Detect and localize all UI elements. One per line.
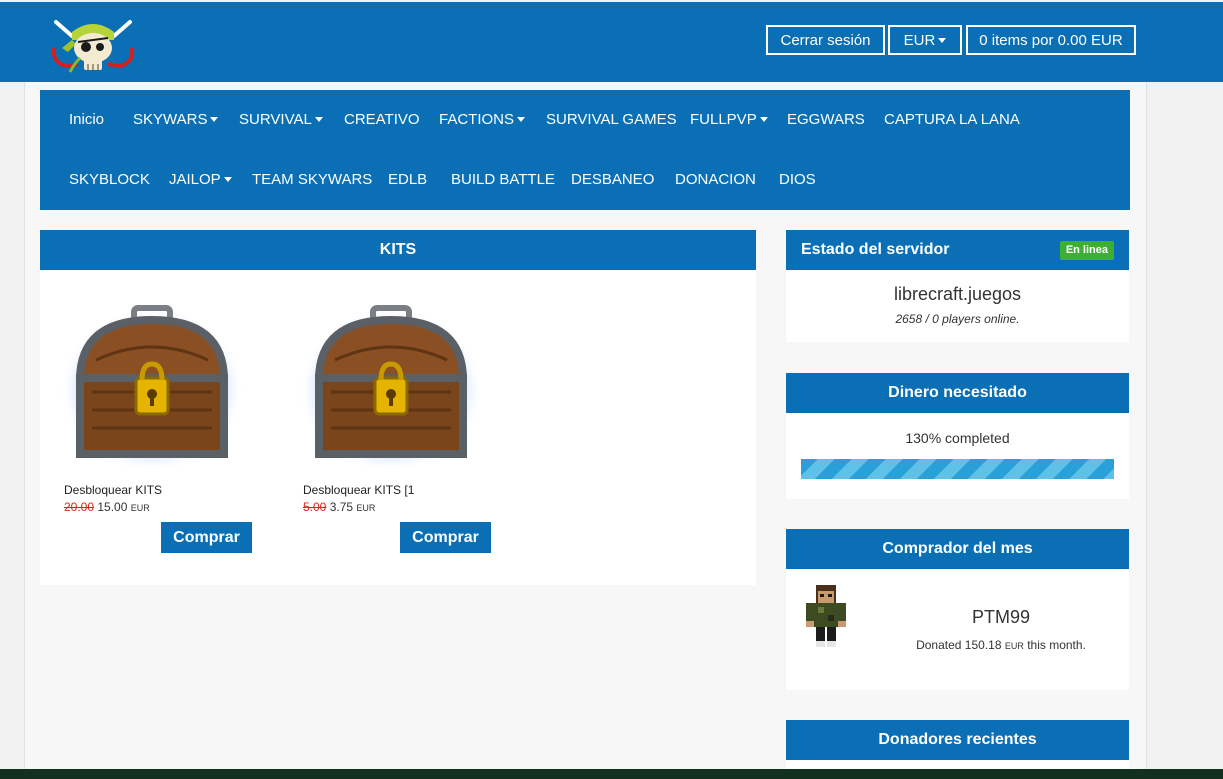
kits-panel: KITS Desbloquear KITS 20.00 15.00 EUR Co… <box>40 230 756 585</box>
nav-item-donacion[interactable]: DONACION <box>675 150 756 210</box>
nav-label: TEAM SKYWARS <box>252 171 373 188</box>
nav-label: SURVIVAL <box>239 111 312 128</box>
nav-label: CREATIVO <box>344 111 420 128</box>
nav-item-build-battle[interactable]: BUILD BATTLE <box>451 150 555 210</box>
caret-down-icon <box>223 176 232 182</box>
nav-item-jailop[interactable]: JAILOP <box>169 150 232 210</box>
current-price: 3.75 <box>329 500 354 514</box>
product-name[interactable]: Desbloquear KITS [1 <box>303 483 414 497</box>
product-price: 20.00 15.00 EUR <box>64 500 150 514</box>
header-bar: Cerrar sesión EUR 0 items por 0.00 EUR <box>0 2 1223 82</box>
recent-donors-panel: Donadores recientes <box>786 720 1129 769</box>
nav-item-inicio[interactable]: Inicio <box>69 90 104 150</box>
logout-button[interactable]: Cerrar sesión <box>766 25 885 55</box>
caret-down-icon <box>517 116 526 122</box>
nav-item-desbaneo[interactable]: DESBANEO <box>571 150 654 210</box>
old-price: 5.00 <box>303 500 327 514</box>
cart-label: 0 items por 0.00 EUR <box>979 32 1123 49</box>
nav-label: CAPTURA LA LANA <box>884 111 1020 128</box>
current-price: 15.00 <box>97 500 128 514</box>
server-address: librecraft.juegos <box>893 284 1022 304</box>
nav-label: EDLB <box>388 171 428 188</box>
price-currency: EUR <box>130 503 150 513</box>
top-buyer-name: PTM99 <box>971 607 1031 627</box>
nav-label: DESBANEO <box>571 171 655 188</box>
pirate-logo-icon[interactable] <box>48 14 138 76</box>
nav-label: SKYWARS <box>133 111 208 128</box>
top-buyer-panel: Comprador del mes PTM99 Donated 150.18 E… <box>786 529 1129 690</box>
nav-item-skywars[interactable]: SKYWARS <box>133 90 219 150</box>
caret-down-icon <box>210 116 219 122</box>
buy-button[interactable]: Comprar <box>161 522 252 553</box>
server-status-panel: Estado del servidor En linea librecraft.… <box>786 230 1129 342</box>
goal-panel: Dinero necesitado 130% completed <box>786 373 1129 499</box>
nav-label: SKYBLOCK <box>69 171 150 188</box>
donated-currency: EUR <box>1004 641 1024 651</box>
player-skin-avatar <box>806 585 846 647</box>
nav-label: Inicio <box>69 111 105 128</box>
currency-dropdown[interactable]: EUR <box>888 25 962 55</box>
nav-item-skyblock[interactable]: SKYBLOCK <box>69 150 150 210</box>
donated-suffix: this month. <box>1027 638 1086 652</box>
top-buyer-donation: Donated 150.18 EUR this month. <box>886 638 1116 652</box>
online-badge: En linea <box>1059 241 1114 260</box>
page: Cerrar sesión EUR 0 items por 0.00 EUR I… <box>0 0 1223 779</box>
nav-item-survival-games[interactable]: SURVIVAL GAMES <box>546 90 677 150</box>
goal-progress-bar <box>801 459 1114 479</box>
nav-item-edlb[interactable]: EDLB <box>388 150 427 210</box>
top-buyer-title: Comprador del mes <box>786 529 1129 569</box>
nav-label: FACTIONS <box>439 111 515 128</box>
nav-label: SURVIVAL GAMES <box>546 111 677 128</box>
nav-item-survival[interactable]: SURVIVAL <box>239 90 323 150</box>
goal-progress-text: 130% completed <box>905 430 1010 446</box>
nav-label: FULLPVP <box>690 111 757 128</box>
goal-title: Dinero necesitado <box>786 373 1129 413</box>
caret-down-icon <box>938 37 947 43</box>
currency-label: EUR <box>903 32 936 49</box>
nav-item-fullpvp[interactable]: FULLPVP <box>690 90 768 150</box>
main-nav: Inicio SKYWARS SURVIVAL CREATIVO FACTION… <box>40 90 1130 210</box>
product-price: 5.00 3.75 EUR <box>303 500 375 514</box>
kits-title: KITS <box>40 230 756 270</box>
nav-item-creativo[interactable]: CREATIVO <box>344 90 420 150</box>
product-name[interactable]: Desbloquear KITS <box>64 483 162 497</box>
nav-label: JAILOP <box>169 171 221 188</box>
players-online: 2658 / 0 players online. <box>895 312 1020 326</box>
nav-label: BUILD BATTLE <box>451 171 555 188</box>
nav-item-team-skywars[interactable]: TEAM SKYWARS <box>252 150 372 210</box>
nav-item-dios[interactable]: DIOS <box>779 150 816 210</box>
nav-label: DIOS <box>779 171 816 188</box>
logout-label: Cerrar sesión <box>780 32 871 49</box>
donated-amount: Donated 150.18 <box>916 638 1002 652</box>
nav-label: DONACION <box>675 171 756 188</box>
recent-donors-title: Donadores recientes <box>786 720 1129 760</box>
nav-item-factions[interactable]: FACTIONS <box>439 90 526 150</box>
old-price: 20.00 <box>64 500 95 514</box>
cart-button[interactable]: 0 items por 0.00 EUR <box>966 25 1136 55</box>
treasure-chest-icon[interactable] <box>62 300 242 470</box>
price-currency: EUR <box>356 503 376 513</box>
nav-label: EGGWARS <box>787 111 865 128</box>
caret-down-icon <box>759 116 768 122</box>
nav-item-eggwars[interactable]: EGGWARS <box>787 90 865 150</box>
treasure-chest-icon[interactable] <box>301 300 481 470</box>
taskbar <box>0 769 1223 779</box>
caret-down-icon <box>314 116 323 122</box>
nav-item-captura-la-lana[interactable]: CAPTURA LA LANA <box>884 90 1020 150</box>
buy-button[interactable]: Comprar <box>400 522 491 553</box>
